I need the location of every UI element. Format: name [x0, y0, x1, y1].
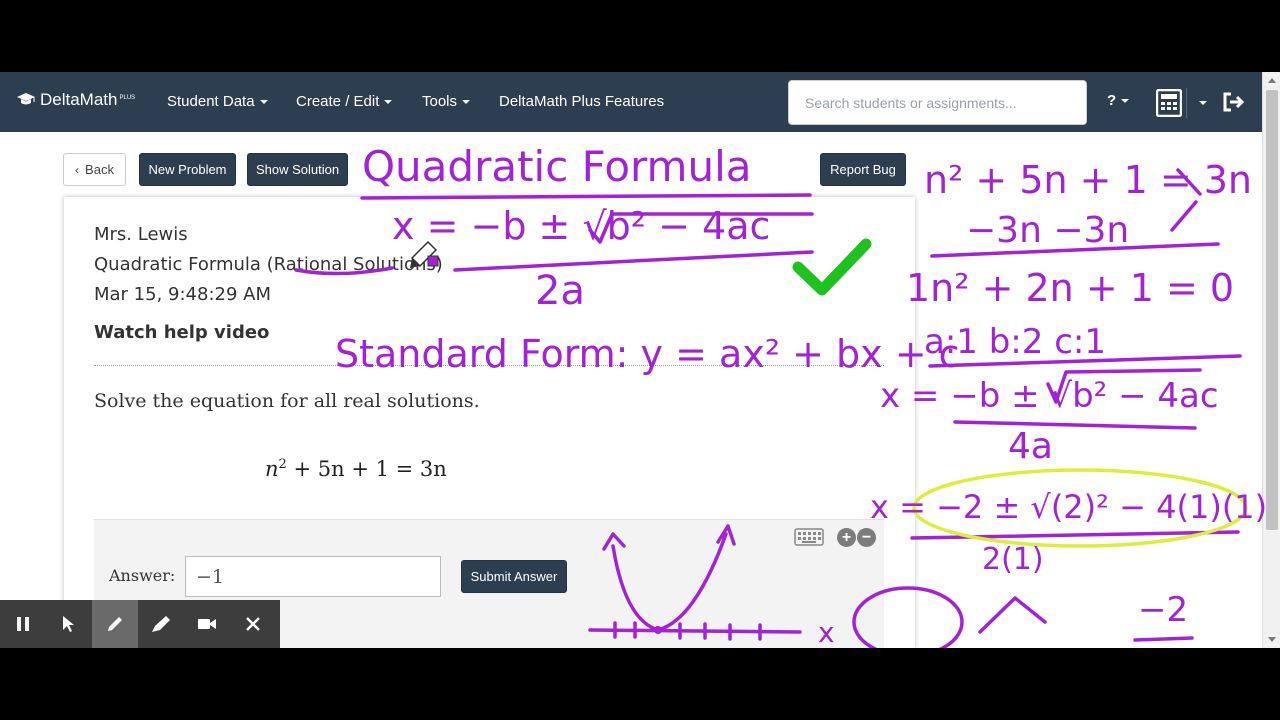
report-bug-button[interactable]: Report Bug: [820, 153, 906, 186]
equation-rest: + 5n + 1 = 3n: [293, 457, 447, 481]
nav-student-data[interactable]: Student Data: [167, 93, 268, 110]
top-navbar: DeltaMath PLUS Student Data Create / Edit…: [0, 72, 1262, 132]
scroll-thumb[interactable]: [1266, 90, 1278, 530]
ink-x-label: x: [818, 616, 835, 648]
scroll-up-icon[interactable]: [1268, 78, 1276, 83]
ink-substitution: x = −2 ± √(2)² − 4(1)(1): [870, 488, 1268, 526]
ink-fraction-bar-2: [953, 420, 1197, 430]
nav-tools-label: Tools: [422, 93, 458, 110]
page-scrollbar[interactable]: [1262, 72, 1280, 648]
caret-down-icon: [462, 100, 471, 105]
equation-exponent: 2: [278, 457, 287, 472]
problem-timestamp: Mar 15, 9:48:29 AM: [94, 284, 271, 305]
zoom-out-icon[interactable]: −: [857, 528, 876, 547]
answer-label: Answer:: [109, 566, 176, 585]
caret-down-icon: [1121, 99, 1130, 104]
logout-icon[interactable]: [1222, 92, 1246, 112]
help-menu[interactable]: ?: [1107, 92, 1130, 109]
ink-last-fraction: −2: [1138, 590, 1189, 630]
divider: [1186, 88, 1187, 118]
ink-eq1-sub: −3n −3n: [966, 210, 1130, 251]
zoom-in-icon[interactable]: +: [837, 528, 856, 547]
nav-create-edit-label: Create / Edit: [296, 93, 380, 110]
chevron-left-icon: ‹: [75, 162, 80, 177]
ink-formula: x = −b ± √b² − 4ac: [392, 204, 771, 248]
pointer-tool[interactable]: [46, 600, 92, 648]
nav-tools[interactable]: Tools: [422, 93, 471, 110]
ink-formula-2-denominator: 4a: [1008, 426, 1053, 467]
ink-title: Quadratic Formula: [362, 142, 752, 191]
deltamath-logo[interactable]: DeltaMath PLUS: [16, 90, 135, 110]
back-button[interactable]: ‹ Back: [63, 153, 126, 186]
show-solution-button[interactable]: Show Solution: [247, 153, 348, 186]
pen-tool[interactable]: [92, 600, 138, 648]
ink-substitution-denominator: 2(1): [982, 542, 1044, 577]
problem-prompt: Solve the equation for all real solution…: [94, 390, 480, 412]
equation-variable: n: [265, 457, 279, 481]
assignment-topic: Quadratic Formula (Rational Solutions): [94, 254, 443, 275]
highlighter-icon: [152, 616, 170, 632]
search-input[interactable]: [788, 80, 1087, 125]
scroll-down-icon[interactable]: [1268, 637, 1276, 642]
pause-icon: [17, 617, 29, 631]
ink-cancel-3n-bot: [1170, 200, 1198, 232]
keyboard-icon[interactable]: [794, 528, 824, 546]
highlighter-tool[interactable]: [138, 600, 184, 648]
browser-viewport: DeltaMath PLUS Student Data Create / Edit…: [0, 72, 1280, 648]
brand-name: DeltaMath: [40, 90, 118, 109]
nav-plus-features[interactable]: DeltaMath Plus Features: [499, 93, 664, 110]
watch-help-video-link[interactable]: Watch help video: [94, 322, 269, 343]
submit-answer-button[interactable]: Submit Answer: [461, 560, 567, 593]
back-label: Back: [85, 162, 114, 177]
brand-plus-badge: PLUS: [119, 95, 136, 101]
ink-eq1: n² + 5n + 1 = 3n: [924, 158, 1253, 202]
camera-icon: [198, 619, 216, 629]
graduation-cap-icon: [17, 93, 35, 105]
new-problem-button[interactable]: New Problem: [139, 153, 236, 186]
problem-panel: Mrs. Lewis Quadratic Formula (Rational S…: [64, 197, 915, 648]
caret-down-icon[interactable]: [1199, 101, 1207, 105]
nav-student-data-label: Student Data: [167, 93, 255, 110]
problem-equation: n2 + 5n + 1 = 3n: [265, 457, 447, 481]
nav-plus-features-label: DeltaMath Plus Features: [499, 93, 665, 110]
calculator-menu[interactable]: [1148, 86, 1208, 120]
caret-down-icon: [259, 100, 268, 105]
ink-caret: [978, 596, 1047, 634]
camera-tool[interactable]: [184, 600, 230, 648]
zoom-controls: + −: [837, 528, 876, 547]
ink-eq2: 1n² + 2n + 1 = 0: [906, 266, 1235, 310]
answer-input[interactable]: [185, 556, 441, 597]
pencil-icon: [108, 617, 122, 631]
cursor-icon: [63, 616, 74, 632]
caret-down-icon: [384, 100, 393, 105]
ink-standard-form: Standard Form: y = ax² + bx + c: [335, 332, 960, 376]
pause-tool[interactable]: [0, 600, 46, 648]
ink-last-bar: [1133, 636, 1194, 642]
nav-create-edit[interactable]: Create / Edit: [296, 93, 393, 110]
teacher-name: Mrs. Lewis: [94, 224, 188, 245]
annotation-toolbar: [0, 600, 280, 648]
ink-coefficients: a:1 b:2 c:1: [924, 322, 1106, 362]
calculator-icon: [1156, 89, 1182, 117]
ink-formula-2: x = −b ± √b² − 4ac: [880, 376, 1219, 416]
close-tool[interactable]: [230, 600, 276, 648]
ink-fraction-bar-3: [910, 530, 1240, 540]
ink-formula-denominator: 2a: [535, 268, 585, 314]
help-icon: ?: [1107, 92, 1117, 109]
close-icon: [246, 617, 260, 631]
